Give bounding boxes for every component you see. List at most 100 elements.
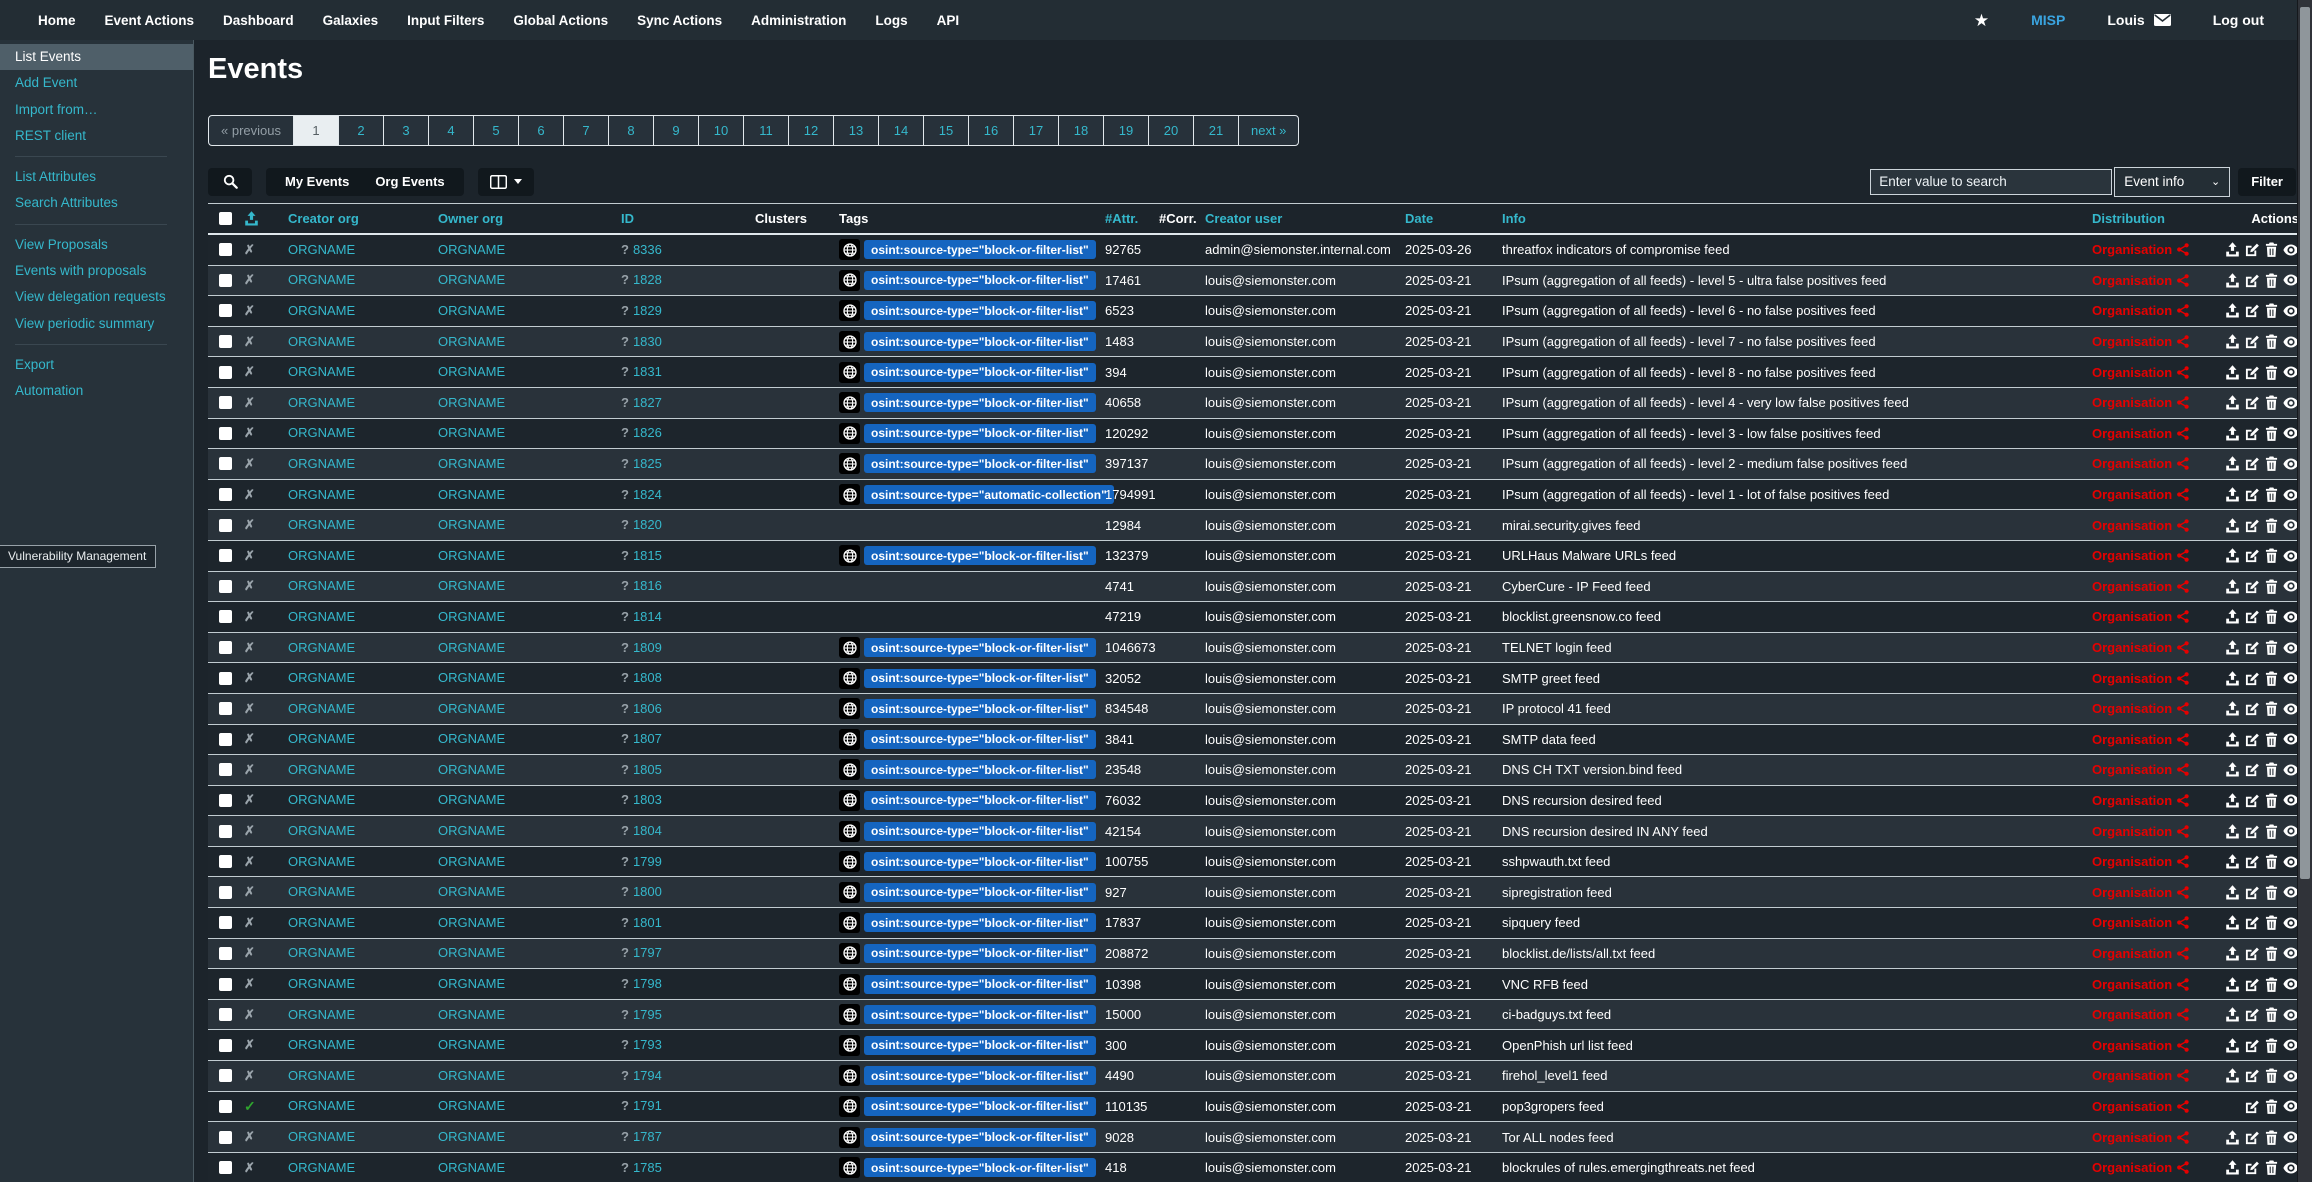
event-tag[interactable]: osint:source-type="block-or-filter-list" [864, 730, 1096, 749]
delete-action-icon[interactable] [2265, 365, 2278, 380]
event-tag[interactable]: osint:source-type="block-or-filter-list" [864, 301, 1096, 320]
edit-action-icon[interactable] [2245, 1068, 2260, 1083]
event-tag[interactable]: osint:source-type="block-or-filter-list" [864, 1128, 1096, 1147]
publish-action-icon[interactable] [2225, 793, 2240, 808]
nav-item-administration[interactable]: Administration [751, 13, 846, 28]
edit-action-icon[interactable] [2245, 518, 2260, 533]
tag-globe-icon[interactable] [839, 453, 860, 474]
row-checkbox[interactable] [219, 304, 232, 317]
tag-globe-icon[interactable] [839, 1127, 860, 1148]
creator-org-link[interactable]: ORGNAME [288, 640, 355, 655]
distribution-link[interactable]: Organisation [2092, 1099, 2172, 1114]
event-tag[interactable]: osint:source-type="block-or-filter-list" [864, 975, 1096, 994]
delete-action-icon[interactable] [2265, 609, 2278, 624]
owner-org-link[interactable]: ORGNAME [438, 792, 505, 807]
tag-globe-icon[interactable] [839, 790, 860, 811]
creator-org-link[interactable]: ORGNAME [288, 823, 355, 838]
pagination-page-20[interactable]: 20 [1149, 116, 1194, 145]
owner-org-link[interactable]: ORGNAME [438, 1007, 505, 1022]
delete-action-icon[interactable] [2265, 426, 2278, 441]
nav-item-input-filters[interactable]: Input Filters [407, 13, 484, 28]
publish-action-icon[interactable] [2225, 732, 2240, 747]
edit-action-icon[interactable] [2245, 334, 2260, 349]
row-checkbox[interactable] [219, 763, 232, 776]
publish-action-icon[interactable] [2225, 977, 2240, 992]
event-id-link[interactable]: 1814 [633, 609, 662, 624]
delete-action-icon[interactable] [2265, 1068, 2278, 1083]
distribution-link[interactable]: Organisation [2092, 487, 2172, 502]
tag-globe-icon[interactable] [839, 912, 860, 933]
creator-org-link[interactable]: ORGNAME [288, 945, 355, 960]
pagination-page-9[interactable]: 9 [654, 116, 699, 145]
creator-org-link[interactable]: ORGNAME [288, 1068, 355, 1083]
tag-globe-icon[interactable] [839, 882, 860, 903]
owner-org-link[interactable]: ORGNAME [438, 578, 505, 593]
event-id-link[interactable]: 1801 [633, 915, 662, 930]
owner-org-link[interactable]: ORGNAME [438, 854, 505, 869]
creator-org-link[interactable]: ORGNAME [288, 884, 355, 899]
column-header-creator-org[interactable]: Creator org [274, 211, 424, 226]
delete-action-icon[interactable] [2265, 242, 2278, 257]
pagination-page-2[interactable]: 2 [339, 116, 384, 145]
row-checkbox[interactable] [219, 1069, 232, 1082]
edit-action-icon[interactable] [2245, 609, 2260, 624]
event-id-link[interactable]: 1824 [633, 487, 662, 502]
column-header-distribution[interactable]: Distribution [2092, 211, 2217, 226]
edit-action-icon[interactable] [2245, 732, 2260, 747]
nav-item-galaxies[interactable]: Galaxies [323, 13, 379, 28]
owner-org-link[interactable]: ORGNAME [438, 364, 505, 379]
event-tag[interactable]: osint:source-type="block-or-filter-list" [864, 393, 1096, 412]
distribution-link[interactable]: Organisation [2092, 426, 2172, 441]
tag-globe-icon[interactable] [839, 300, 860, 321]
sidebar-item-list-events[interactable]: List Events [0, 44, 193, 70]
owner-org-link[interactable]: ORGNAME [438, 487, 505, 502]
pagination-page-7[interactable]: 7 [564, 116, 609, 145]
distribution-link[interactable]: Organisation [2092, 395, 2172, 410]
event-tag[interactable]: osint:source-type="block-or-filter-list" [864, 791, 1096, 810]
event-id-link[interactable]: 1829 [633, 303, 662, 318]
edit-action-icon[interactable] [2245, 548, 2260, 563]
delete-action-icon[interactable] [2265, 456, 2278, 471]
sidebar-item-events-with-proposals[interactable]: Events with proposals [0, 258, 193, 284]
tag-globe-icon[interactable] [839, 1096, 860, 1117]
pagination-page-19[interactable]: 19 [1104, 116, 1149, 145]
creator-org-link[interactable]: ORGNAME [288, 1160, 355, 1175]
delete-action-icon[interactable] [2265, 334, 2278, 349]
row-checkbox[interactable] [219, 1131, 232, 1144]
nav-item-dashboard[interactable]: Dashboard [223, 13, 294, 28]
row-checkbox[interactable] [219, 733, 232, 746]
owner-org-link[interactable]: ORGNAME [438, 425, 505, 440]
event-id-link[interactable]: 1807 [633, 731, 662, 746]
tag-globe-icon[interactable] [839, 1004, 860, 1025]
pagination-page-16[interactable]: 16 [969, 116, 1014, 145]
publish-action-icon[interactable] [2225, 1068, 2240, 1083]
owner-org-link[interactable]: ORGNAME [438, 823, 505, 838]
delete-action-icon[interactable] [2265, 885, 2278, 900]
publish-action-icon[interactable] [2225, 487, 2240, 502]
event-id-link[interactable]: 1785 [633, 1160, 662, 1175]
org-events-button[interactable]: Org Events [362, 174, 457, 189]
row-checkbox[interactable] [219, 978, 232, 991]
event-id-link[interactable]: 1797 [633, 945, 662, 960]
creator-org-link[interactable]: ORGNAME [288, 395, 355, 410]
nav-item-home[interactable]: Home [38, 13, 76, 28]
event-tag[interactable]: osint:source-type="block-or-filter-list" [864, 822, 1096, 841]
creator-org-link[interactable]: ORGNAME [288, 548, 355, 563]
event-tag[interactable]: osint:source-type="block-or-filter-list" [864, 913, 1096, 932]
distribution-link[interactable]: Organisation [2092, 1007, 2172, 1022]
edit-action-icon[interactable] [2245, 671, 2260, 686]
distribution-link[interactable]: Organisation [2092, 762, 2172, 777]
edit-action-icon[interactable] [2245, 303, 2260, 318]
distribution-link[interactable]: Organisation [2092, 242, 2172, 257]
owner-org-link[interactable]: ORGNAME [438, 1160, 505, 1175]
delete-action-icon[interactable] [2265, 273, 2278, 288]
distribution-link[interactable]: Organisation [2092, 640, 2172, 655]
tag-globe-icon[interactable] [839, 545, 860, 566]
nav-item-sync-actions[interactable]: Sync Actions [637, 13, 722, 28]
row-checkbox[interactable] [219, 580, 232, 593]
event-id-link[interactable]: 1815 [633, 548, 662, 563]
event-id-link[interactable]: 1806 [633, 701, 662, 716]
row-checkbox[interactable] [219, 947, 232, 960]
tag-globe-icon[interactable] [839, 729, 860, 750]
row-checkbox[interactable] [219, 1008, 232, 1021]
